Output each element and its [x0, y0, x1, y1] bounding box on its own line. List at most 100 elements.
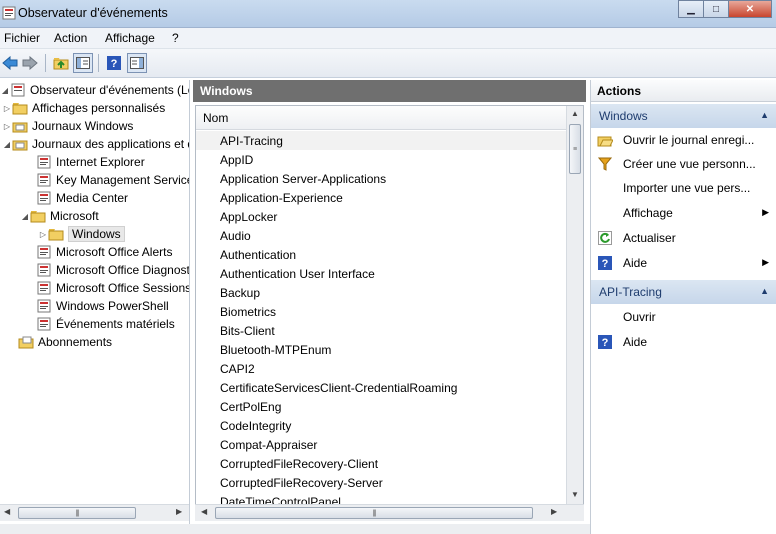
- tree-item-media-center[interactable]: Media Center: [26, 189, 128, 207]
- list-item[interactable]: API-Tracing: [196, 131, 566, 150]
- scroll-right-icon[interactable]: ▶: [551, 507, 557, 516]
- tree-label: Microsoft Office Sessions: [56, 281, 190, 295]
- tree-item-microsoft[interactable]: ◢ Microsoft: [20, 207, 99, 225]
- menu-help[interactable]: ?: [172, 31, 179, 45]
- folder-icon: [48, 227, 64, 241]
- list-item[interactable]: Authentication: [196, 245, 566, 264]
- collapse-caret-icon[interactable]: ▲: [760, 110, 769, 120]
- show-hide-action-pane-icon[interactable]: [127, 53, 147, 73]
- expand-triangle-icon[interactable]: ▷: [2, 104, 12, 113]
- list-horizontal-scrollbar[interactable]: ◀ ||| ▶: [195, 504, 584, 521]
- tree-item-office-alerts[interactable]: Microsoft Office Alerts: [26, 243, 172, 261]
- tree-label: Microsoft Office Diagnostics: [56, 263, 190, 277]
- actions-title: Actions: [591, 80, 776, 102]
- tree-root[interactable]: ◢ Observateur d'événements (Local): [0, 81, 189, 99]
- action-help-api[interactable]: ? Aide: [591, 331, 776, 353]
- action-label: Ouvrir le journal enregi...: [623, 133, 755, 147]
- list-item[interactable]: CAPI2: [196, 359, 566, 378]
- scroll-left-icon[interactable]: ◀: [4, 507, 10, 516]
- collapse-caret-icon[interactable]: ▲: [760, 286, 769, 296]
- tree-label: Internet Explorer: [56, 155, 145, 169]
- tree-item-internet-explorer[interactable]: Internet Explorer: [26, 153, 145, 171]
- tree-label: Windows PowerShell: [56, 299, 169, 313]
- event-log-icon: [36, 263, 52, 277]
- log-folder-icon: [12, 137, 28, 151]
- action-open-saved-log[interactable]: Ouvrir le journal enregi...: [591, 129, 776, 151]
- tree-item-evenements-materiels[interactable]: Événements matériels: [26, 315, 175, 333]
- action-open[interactable]: Ouvrir: [591, 306, 776, 328]
- list-item[interactable]: Authentication User Interface: [196, 264, 566, 283]
- tree-item-journaux-windows[interactable]: ▷ Journaux Windows: [2, 117, 133, 135]
- list-item[interactable]: CertPolEng: [196, 397, 566, 416]
- scroll-thumb[interactable]: |||: [215, 507, 533, 519]
- tree-item-abonnements[interactable]: Abonnements: [8, 333, 112, 351]
- list-item[interactable]: Backup: [196, 283, 566, 302]
- tree-label: Affichages personnalisés: [32, 101, 166, 115]
- list-item[interactable]: Audio: [196, 226, 566, 245]
- list-item[interactable]: Biometrics: [196, 302, 566, 321]
- tree-item-key-management[interactable]: Key Management Service: [26, 171, 189, 189]
- scroll-left-icon[interactable]: ◀: [201, 507, 207, 516]
- list-item[interactable]: AppLocker: [196, 207, 566, 226]
- menu-fichier[interactable]: Fichier: [4, 31, 40, 45]
- list-item[interactable]: CorruptedFileRecovery-Client: [196, 454, 566, 473]
- tree-label: Événements matériels: [56, 317, 175, 331]
- event-log-icon: [36, 155, 52, 169]
- event-log-icon: [36, 245, 52, 259]
- list-vertical-scrollbar[interactable]: ▲ ≡ ▼: [566, 106, 583, 506]
- tree-item-affichages[interactable]: ▷ Affichages personnalisés: [2, 99, 165, 117]
- collapse-triangle-icon[interactable]: ◢: [0, 86, 10, 95]
- list-item[interactable]: CorruptedFileRecovery-Server: [196, 473, 566, 492]
- maximize-button[interactable]: □: [703, 0, 729, 18]
- scroll-thumb[interactable]: |||: [18, 507, 136, 519]
- show-hide-tree-icon[interactable]: [73, 53, 93, 73]
- action-create-custom-view[interactable]: Créer une vue personn...: [591, 153, 776, 175]
- close-button[interactable]: ✕: [728, 0, 772, 18]
- section-header-api-tracing[interactable]: API-Tracing ▲: [591, 280, 776, 304]
- list-item[interactable]: Bits-Client: [196, 321, 566, 340]
- list-item[interactable]: CodeIntegrity: [196, 416, 566, 435]
- list-item[interactable]: Compat-Appraiser: [196, 435, 566, 454]
- column-header-nom[interactable]: Nom: [196, 106, 566, 130]
- scroll-up-icon[interactable]: ▲: [571, 109, 579, 118]
- expand-triangle-icon[interactable]: ▷: [2, 122, 12, 131]
- scroll-right-icon[interactable]: ▶: [176, 507, 182, 516]
- help-icon[interactable]: ?: [104, 53, 124, 73]
- up-folder-icon[interactable]: [51, 53, 71, 73]
- collapse-triangle-icon[interactable]: ◢: [20, 212, 30, 221]
- list-item[interactable]: Application-Experience: [196, 188, 566, 207]
- tree-label: Observateur d'événements (Local): [30, 83, 189, 97]
- action-import-custom-view[interactable]: Importer une vue pers...: [591, 177, 776, 199]
- action-help[interactable]: ? Aide ▶: [591, 252, 776, 274]
- scroll-thumb[interactable]: ≡: [569, 124, 581, 174]
- menu-affichage[interactable]: Affichage: [105, 31, 155, 45]
- tree-label: Journaux des applications et de services: [32, 137, 189, 151]
- forward-arrow-icon[interactable]: [20, 53, 40, 73]
- tree-item-office-diagnostics[interactable]: Microsoft Office Diagnostics: [26, 261, 190, 279]
- action-refresh[interactable]: Actualiser: [591, 227, 776, 249]
- tree-item-windows[interactable]: ▷ Windows: [38, 225, 125, 243]
- list-item[interactable]: Bluetooth-MTPEnum: [196, 340, 566, 359]
- tree-label: Microsoft Office Alerts: [56, 245, 173, 259]
- collapse-triangle-icon[interactable]: ◢: [2, 140, 12, 149]
- menu-action[interactable]: Action: [54, 31, 87, 45]
- tree-item-office-sessions[interactable]: Microsoft Office Sessions: [26, 279, 190, 297]
- list-item[interactable]: AppID: [196, 150, 566, 169]
- list-item[interactable]: CertificateServicesClient-CredentialRoam…: [196, 378, 566, 397]
- tree-label: Journaux Windows: [32, 119, 134, 133]
- section-header-windows[interactable]: Windows ▲: [591, 104, 776, 128]
- menu-bar: Fichier Action Affichage ?: [0, 28, 776, 49]
- scroll-down-icon[interactable]: ▼: [571, 490, 579, 499]
- minimize-button[interactable]: ▁: [678, 0, 704, 18]
- toolbar-separator: [98, 54, 99, 72]
- log-list-pane: Windows Nom API-Tracing AppID Applicatio…: [193, 80, 586, 524]
- tree-item-powershell[interactable]: Windows PowerShell: [26, 297, 169, 315]
- help-icon: ?: [597, 255, 613, 271]
- tree-horizontal-scrollbar[interactable]: ◀ ||| ▶: [0, 504, 189, 521]
- tree-item-journaux-applications[interactable]: ◢ Journaux des applications et de servic…: [2, 135, 189, 153]
- event-log-icon: [36, 173, 52, 187]
- back-arrow-icon[interactable]: [0, 53, 20, 73]
- list-item[interactable]: Application Server-Applications: [196, 169, 566, 188]
- action-affichage[interactable]: Affichage ▶: [591, 202, 776, 224]
- expand-triangle-icon[interactable]: ▷: [38, 230, 48, 239]
